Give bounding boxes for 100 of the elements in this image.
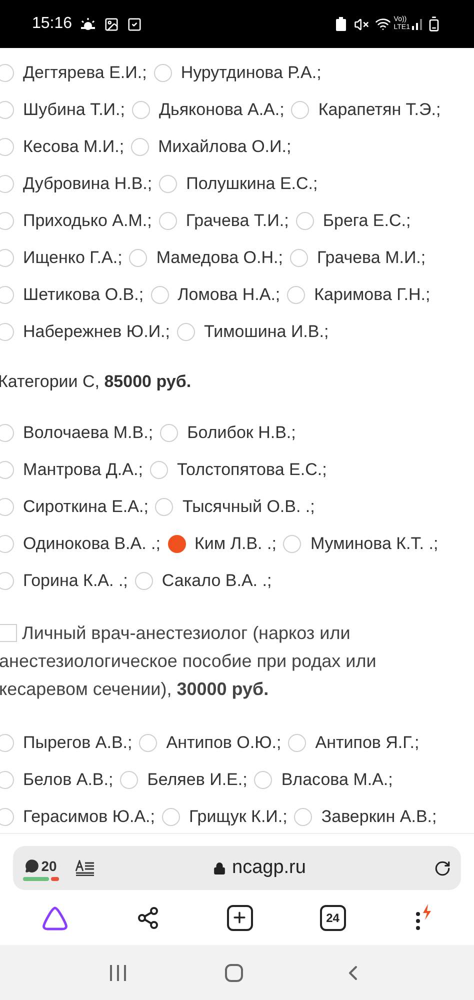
option-label: Муминова К.Т. .; — [310, 532, 438, 555]
option-label: Приходько А.М.; — [23, 210, 152, 232]
tabs-count-button[interactable]: 24 — [320, 904, 346, 930]
option-label: Антипов Я.Г.; — [315, 732, 420, 754]
radio-button[interactable] — [0, 64, 14, 82]
radio-button[interactable] — [139, 734, 158, 752]
option-label: Михайлова О.И.; — [158, 136, 292, 158]
assistant-icon[interactable] — [41, 904, 70, 930]
radio-button[interactable] — [0, 808, 14, 826]
option-label: Тимошина И.В.; — [204, 320, 329, 343]
radio-button[interactable] — [155, 498, 174, 516]
option-label: Беляев И.Е.; — [147, 768, 248, 791]
radio-button[interactable] — [159, 174, 178, 192]
radio-button[interactable] — [294, 808, 312, 826]
radio-button[interactable] — [0, 322, 14, 340]
radio-button[interactable] — [0, 100, 14, 118]
rating-bar-icon — [23, 876, 59, 880]
comment-count[interactable]: 20 — [41, 856, 57, 876]
checkbox-icon — [127, 16, 142, 32]
radio-button[interactable] — [0, 734, 14, 752]
radio-button[interactable] — [0, 248, 14, 266]
option-label: Герасимов Ю.А.; — [23, 806, 156, 828]
radio-button[interactable] — [120, 770, 138, 788]
radio-button[interactable] — [0, 498, 14, 516]
option-label: Мамедова О.Н.; — [156, 246, 283, 269]
radio-button[interactable] — [150, 460, 168, 478]
radio-button[interactable] — [129, 248, 148, 266]
option-label: Ломова Н.А.; — [178, 284, 280, 306]
option-label: Дьяконова А.А.; — [158, 98, 284, 121]
share-icon[interactable] — [136, 906, 160, 930]
option-label: Пырегов А.В.; — [23, 732, 132, 754]
radio-button[interactable] — [0, 460, 14, 478]
signal-icon — [412, 18, 422, 30]
lock-icon — [213, 862, 226, 874]
option-label: Грачева Т.И.; — [186, 210, 289, 232]
option-label: Болибок Н.В.; — [187, 422, 296, 444]
radio-button[interactable] — [296, 212, 314, 230]
option-label: Сакало В.А. .; — [162, 570, 272, 592]
radio-button[interactable] — [0, 212, 14, 230]
radio-button[interactable] — [160, 424, 178, 442]
radio-button[interactable] — [0, 572, 14, 590]
radio-button[interactable] — [0, 174, 14, 192]
radio-button[interactable] — [154, 64, 172, 82]
wifi-icon — [374, 16, 391, 32]
radio-button[interactable] — [132, 100, 150, 118]
option-label: Белов А.В.; — [23, 768, 114, 791]
radio-button[interactable] — [290, 248, 308, 266]
option-label: Сироткина Е.А.; — [23, 496, 148, 518]
option-label: Ищенко Г.А.; — [23, 246, 122, 269]
option-label: Ким Л.В. .; — [194, 532, 276, 555]
radio-button[interactable] — [158, 212, 177, 230]
option-label: Одинокова В.А. .; — [23, 532, 161, 555]
option-label: Шетикова О.В.; — [23, 284, 144, 306]
recent-apps-icon[interactable] — [108, 964, 127, 982]
option-label: Брега Е.С.; — [322, 210, 411, 232]
option-label: Антипов О.Ю.; — [166, 732, 282, 754]
radio-button[interactable] — [0, 534, 14, 552]
option-label: Дегтярева Е.И.; — [23, 62, 147, 84]
home-icon[interactable] — [224, 962, 244, 982]
new-tab-button[interactable] — [226, 904, 253, 930]
mute-icon — [354, 16, 369, 32]
reader-mode-icon[interactable] — [75, 860, 95, 876]
radio-button[interactable] — [162, 808, 180, 826]
option-label: Нурутдинова Р.А.; — [180, 62, 322, 84]
radio-button[interactable] — [287, 286, 306, 304]
checkbox-label: Личный врач-анестезиолог (наркоз или анестезиологическое пособие при родах или кесаревом сечении), 30000 руб. — [0, 622, 378, 701]
clock: 15:16 — [32, 14, 72, 34]
url-text[interactable]: ncagp.ru — [232, 854, 306, 882]
option-label: Шубина Т.И.; — [23, 98, 125, 121]
option-label: Мантрова Д.А.; — [23, 458, 143, 481]
option-label: Горина К.А. .; — [23, 570, 128, 592]
option-label: Толстопятова Е.С.; — [176, 458, 327, 481]
radio-button[interactable] — [134, 572, 153, 590]
option-label: Полушкина Е.С.; — [186, 172, 318, 195]
radio-button[interactable] — [288, 734, 306, 752]
reload-icon[interactable] — [434, 860, 451, 876]
radio-button[interactable] — [131, 138, 150, 156]
radio-button[interactable] — [0, 286, 14, 304]
radio-button[interactable] — [168, 534, 186, 552]
image-icon — [104, 16, 120, 32]
comment-icon — [25, 859, 40, 873]
radio-button[interactable] — [0, 770, 14, 788]
option-label: Набережнев Ю.И.; — [23, 320, 170, 343]
radio-button[interactable] — [291, 100, 310, 118]
option-label: Грачева М.И.; — [316, 246, 426, 269]
radio-button[interactable] — [0, 138, 14, 156]
weather-icon — [80, 17, 96, 31]
option-label: Грищук К.И.; — [189, 806, 288, 828]
option-label: Дубровина Н.В.; — [23, 172, 152, 195]
radio-button[interactable] — [0, 424, 14, 442]
radio-button[interactable] — [176, 322, 195, 340]
option-label: Власова М.А.; — [281, 768, 393, 791]
option-label: Заверкин А.В.; — [321, 806, 437, 828]
radio-button[interactable] — [254, 770, 272, 788]
radio-button[interactable] — [283, 534, 302, 552]
radio-button[interactable] — [150, 286, 169, 304]
option-label: Тысячный О.В. .; — [182, 496, 315, 518]
checkbox[interactable] — [0, 624, 17, 642]
address-bar[interactable]: 20 ncagp.ru — [13, 846, 461, 890]
option-label: Каримова Г.Н.; — [314, 284, 430, 306]
